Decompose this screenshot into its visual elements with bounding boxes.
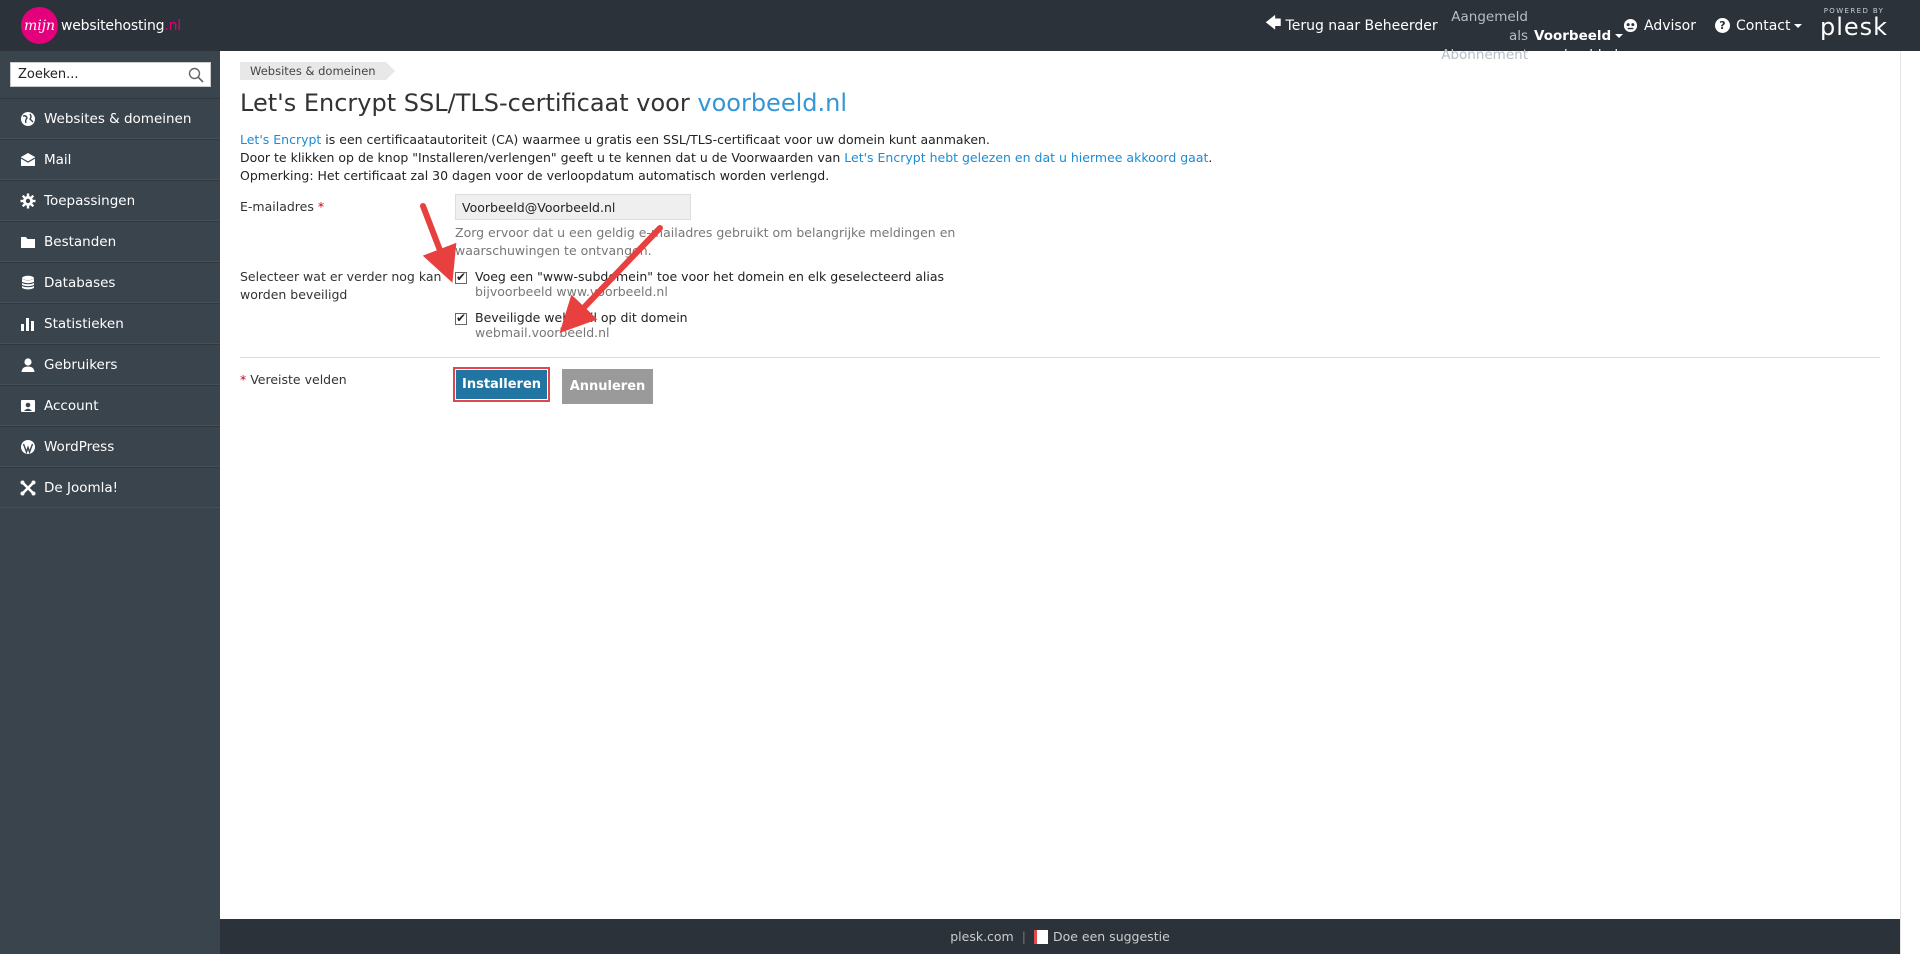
plesk-logo[interactable]: POWERED BY plesk — [1820, 7, 1888, 39]
top-bar: mijn websitehosting.nl 🡄 Terug naar Behe… — [0, 0, 1920, 63]
chevron-down-icon — [1794, 23, 1803, 28]
question-icon: ? — [1715, 18, 1730, 33]
email-hint: Zorg ervoor dat u een geldig e-mailadres… — [455, 224, 955, 260]
sidebar-item-label: Websites & domeinen — [44, 110, 192, 127]
sidebar-search — [10, 62, 211, 87]
required-fields-note: * Vereiste velden — [240, 371, 347, 389]
joomla-icon — [20, 480, 36, 495]
sidebar-item-label: Account — [44, 397, 99, 414]
plesk-brand: plesk — [1820, 13, 1889, 41]
contact-label: Contact — [1736, 17, 1791, 34]
cancel-button[interactable]: Annuleren — [562, 369, 653, 404]
intro-line2: Door te klikken op de knop "Installeren/… — [240, 150, 845, 165]
sidebar-item-label: Gebruikers — [44, 356, 118, 373]
webmail-checkbox[interactable]: ✔ — [455, 311, 467, 325]
chevron-down-icon — [1615, 34, 1624, 38]
back-to-admin-link[interactable]: 🡄 Terug naar Beheerder — [1265, 0, 1438, 51]
sidebar-item-label: Bestanden — [44, 233, 117, 250]
page-title: Let's Encrypt SSL/TLS-certificaat voor v… — [240, 89, 847, 117]
suggestion-link[interactable]: Doe een suggestie — [1053, 929, 1170, 944]
back-to-admin-label: Terug naar Beheerder — [1285, 17, 1438, 34]
search-input[interactable] — [11, 63, 181, 86]
intro-line2-end: . — [1208, 150, 1213, 165]
bar-chart-icon — [21, 317, 34, 331]
email-label: E-mailadres * — [240, 198, 324, 216]
sidebar-item-mail[interactable]: Mail — [0, 139, 220, 180]
checkmark-icon: ✔ — [456, 311, 467, 325]
brand-logo[interactable]: mijn websitehosting.nl — [21, 7, 181, 44]
sidebar-item-label: Statistieken — [44, 315, 124, 332]
envelope-icon — [20, 152, 36, 166]
logged-in-user: Voorbeeld — [1534, 28, 1612, 44]
intro-text: Let's Encrypt is een certificaatautorite… — [240, 131, 1640, 185]
folder-icon — [21, 236, 35, 248]
email-hint-line1: Zorg ervoor dat u een geldig e-mailadres… — [455, 225, 956, 240]
checkmark-icon: ✔ — [456, 270, 467, 284]
sidebar-item-label: De Joomla! — [44, 479, 119, 496]
sidebar-item-users[interactable]: Gebruikers — [0, 344, 220, 385]
sidebar-item-label: Mail — [44, 151, 72, 168]
page-title-domain-link[interactable]: voorbeeld.nl — [697, 89, 847, 117]
main-content: Websites & domeinen Let's Encrypt SSL/TL… — [220, 51, 1900, 919]
advisor-icon — [1623, 18, 1638, 33]
sidebar: Websites & domeinen Mail Toepassingen Be… — [0, 51, 220, 954]
secure-more-label-line2: worden beveiligd — [240, 287, 348, 302]
id-card-icon — [21, 399, 35, 412]
sidebar-item-applications[interactable]: Toepassingen — [0, 180, 220, 221]
sidebar-item-account[interactable]: Account — [0, 385, 220, 426]
letsencrypt-link[interactable]: Let's Encrypt — [240, 132, 321, 147]
form-divider — [240, 357, 1880, 358]
database-icon — [21, 275, 35, 289]
sidebar-nav: Websites & domeinen Mail Toepassingen Be… — [0, 98, 220, 508]
www-subdomain-option[interactable]: ✔ Voeg een "www-subdomein" toe voor het … — [455, 269, 944, 299]
webmail-option[interactable]: ✔ Beveiligde webmail op dit domein webma… — [455, 310, 688, 340]
advisor-button[interactable]: Advisor — [1623, 0, 1696, 51]
webmail-label: Beveiligde webmail op dit domein — [475, 310, 688, 325]
logged-in-label: Aangemeld als — [1451, 9, 1528, 44]
sidebar-item-wordpress[interactable]: WordPress — [0, 426, 220, 467]
sidebar-item-label: WordPress — [44, 438, 115, 455]
arrow-left-icon: 🡄 — [1265, 13, 1282, 32]
email-label-text: E-mailadres — [240, 199, 314, 214]
sidebar-item-websites[interactable]: Websites & domeinen — [0, 98, 220, 139]
footer: plesk.com | Doe een suggestie — [220, 919, 1900, 954]
wordpress-icon — [21, 439, 35, 454]
install-button[interactable]: Installeren — [453, 367, 550, 402]
footer-separator: | — [1021, 929, 1026, 944]
scrollbar[interactable] — [1900, 51, 1920, 954]
www-subdomain-checkbox[interactable]: ✔ — [455, 270, 467, 284]
page-title-text: Let's Encrypt SSL/TLS-certificaat voor — [240, 89, 690, 117]
sidebar-item-label: Toepassingen — [44, 192, 136, 209]
logo-name: websitehosting — [61, 17, 165, 34]
email-field[interactable] — [455, 194, 691, 220]
logo-tld: .nl — [164, 17, 181, 34]
sidebar-item-joomla[interactable]: De Joomla! — [0, 467, 220, 508]
advisor-label: Advisor — [1644, 17, 1697, 34]
intro-line3: Opmerking: Het certificaat zal 30 dagen … — [240, 168, 830, 183]
user-icon — [21, 357, 35, 372]
email-hint-line2: waarschuwingen te ontvangen. — [455, 243, 652, 258]
search-icon[interactable] — [188, 67, 204, 83]
sidebar-item-statistics[interactable]: Statistieken — [0, 303, 220, 344]
required-mark: * — [317, 199, 325, 214]
sidebar-item-label: Databases — [44, 274, 116, 291]
intro-line1: is een certificaatautoriteit (CA) waarme… — [321, 132, 990, 147]
breadcrumb[interactable]: Websites & domeinen — [240, 62, 395, 80]
required-fields-text: Vereiste velden — [246, 372, 347, 387]
suggestion-icon — [1033, 929, 1048, 944]
terms-link[interactable]: Let's Encrypt hebt gelezen en dat u hier… — [844, 150, 1208, 165]
secure-more-label: Selecteer wat er verder nog kan worden b… — [240, 268, 441, 304]
globe-icon — [21, 111, 35, 126]
plesk-link[interactable]: plesk.com — [950, 929, 1014, 944]
contact-menu[interactable]: ? Contact — [1715, 0, 1803, 51]
webmail-hint: webmail.voorbeeld.nl — [475, 325, 610, 340]
logo-mark: mijn — [21, 7, 58, 44]
www-subdomain-hint: bijvoorbeeld www.voorbeeld.nl — [475, 284, 668, 299]
gear-icon — [20, 193, 36, 208]
secure-more-label-line1: Selecteer wat er verder nog kan — [240, 269, 442, 284]
sidebar-item-files[interactable]: Bestanden — [0, 221, 220, 262]
www-subdomain-label: Voeg een "www-subdomein" toe voor het do… — [475, 269, 945, 284]
sidebar-item-databases[interactable]: Databases — [0, 262, 220, 303]
